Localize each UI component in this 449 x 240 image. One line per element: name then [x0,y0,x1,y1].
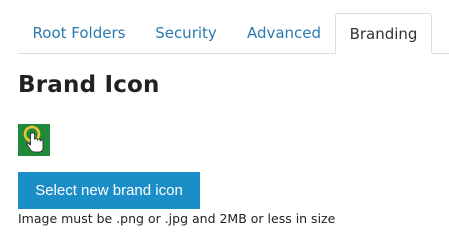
tab-branding[interactable]: Branding [335,13,432,54]
tab-root-folders[interactable]: Root Folders [18,13,140,54]
hand-pointer-icon [18,124,50,156]
settings-tabs: Root Folders Security Advanced Branding [0,0,449,54]
file-requirements-hint: Image must be .png or .jpg and 2MB or le… [18,211,336,226]
brand-icon-preview [18,124,50,156]
tab-advanced[interactable]: Advanced [232,13,336,54]
tab-security[interactable]: Security [140,13,232,54]
section-title: Brand Icon [18,72,160,98]
select-brand-icon-button[interactable]: Select new brand icon [18,172,200,209]
